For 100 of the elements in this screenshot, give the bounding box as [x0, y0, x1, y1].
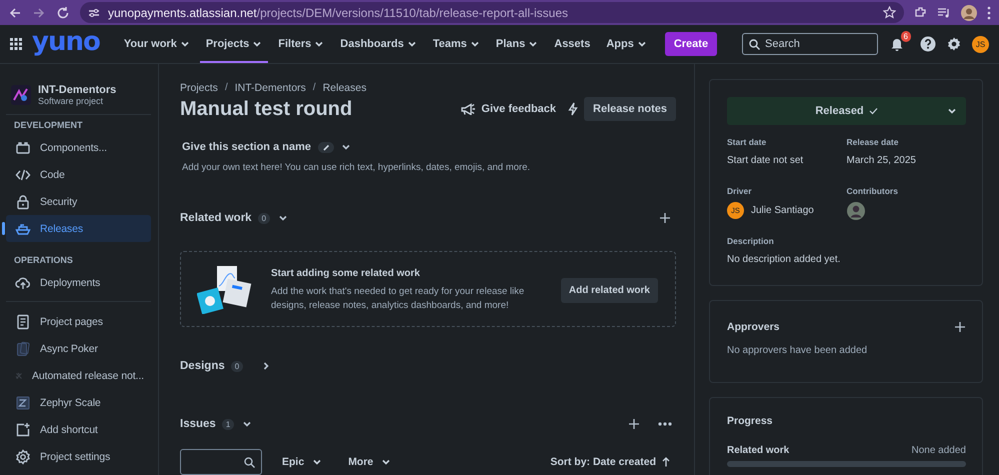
search-icon: [244, 457, 255, 468]
settings-icon[interactable]: [946, 36, 962, 52]
reload-icon[interactable]: [56, 6, 70, 20]
card-title: Approvers: [727, 321, 780, 333]
notification-bell-icon[interactable]: [890, 37, 904, 51]
media-control-icon[interactable]: [937, 6, 951, 18]
description-text[interactable]: No description added yet.: [727, 254, 966, 265]
create-button[interactable]: Create: [664, 32, 718, 56]
search-icon: [749, 39, 760, 50]
logo[interactable]: yuno: [32, 27, 100, 57]
more-menu-icon[interactable]: [987, 6, 991, 20]
more-icon[interactable]: [658, 422, 672, 426]
lock-icon: [15, 194, 31, 210]
add-icon[interactable]: [659, 212, 671, 224]
project-name[interactable]: INT-Dementors: [38, 84, 116, 96]
nav-menu[interactable]: Assets: [548, 25, 596, 63]
chevron-down-icon[interactable]: [636, 39, 647, 49]
sidebar-item[interactable]: Components...: [6, 134, 151, 161]
sidebar-item[interactable]: Zephyr Scale: [6, 389, 151, 416]
nav-menu[interactable]: Dashboards: [334, 25, 423, 63]
chevron-right-icon[interactable]: [261, 361, 272, 371]
chevron-down-icon[interactable]: [381, 457, 392, 467]
filter-dropdown[interactable]: More: [342, 453, 398, 471]
breadcrumb-link[interactable]: Projects: [180, 82, 218, 94]
sidebar-item[interactable]: Async Poker: [6, 335, 151, 362]
count-badge: 0: [230, 360, 244, 372]
site-settings-icon[interactable]: [88, 6, 100, 18]
feedback-button[interactable]: Give feedback: [457, 99, 560, 119]
chevron-down-icon[interactable]: [242, 419, 252, 429]
progress-label: Related work: [727, 445, 790, 456]
add-icon[interactable]: [954, 321, 966, 333]
forward-icon[interactable]: [32, 6, 46, 20]
back-icon[interactable]: [8, 6, 22, 20]
sidebar-item[interactable]: Code: [6, 161, 151, 188]
cards-icon: [15, 340, 31, 356]
field-label: Driver: [727, 186, 753, 196]
breadcrumb-link[interactable]: Releases: [322, 82, 366, 94]
page-title: Manual test round: [180, 98, 354, 120]
sidebar-item[interactable]: Security: [6, 188, 151, 215]
sidebar-item[interactable]: Add shortcut: [6, 416, 151, 443]
sidebar-item[interactable]: Project settings: [6, 443, 151, 470]
add-icon[interactable]: [628, 418, 640, 430]
search-field[interactable]: [180, 449, 262, 475]
extensions-icon[interactable]: [914, 6, 927, 19]
sidebar-item[interactable]: Automated release not...: [6, 362, 151, 389]
chevron-down-icon[interactable]: [947, 106, 957, 116]
field-value[interactable]: Start date not set: [727, 155, 846, 166]
empty-state-text: Add the work that's needed to get ready for your release like designs, release notes, analytics dashboards, and more!: [271, 284, 526, 312]
sidebar-item[interactable]: Deployments: [6, 269, 151, 296]
contributor-avatar-icon[interactable]: [846, 202, 864, 220]
lightning-icon[interactable]: [568, 102, 578, 116]
sidebar-item[interactable]: Project pages: [6, 308, 151, 335]
nav-menu[interactable]: Projects: [200, 25, 268, 63]
project-avatar-icon[interactable]: [11, 85, 31, 105]
nav-menu[interactable]: Plans: [490, 25, 544, 63]
card-title: Progress: [727, 415, 774, 427]
nav-menu[interactable]: Teams: [426, 25, 486, 63]
profile-avatar-icon[interactable]: [961, 4, 977, 20]
breadcrumb-link[interactable]: INT-Dementors: [234, 82, 306, 94]
chevron-down-icon[interactable]: [312, 457, 322, 467]
chevron-down-icon[interactable]: [180, 39, 190, 49]
nav-menu[interactable]: Filters: [272, 25, 330, 63]
add-related-work-button[interactable]: Add related work: [560, 278, 658, 302]
components-icon: [15, 140, 31, 156]
progress-value: None added: [912, 445, 966, 456]
chevron-down-icon[interactable]: [252, 39, 262, 49]
search-field[interactable]: Search: [742, 33, 878, 55]
arrow-up-icon: [662, 457, 670, 467]
address-bar[interactable]: yunopayments.atlassian.net/projects/DEM/versions/11510/tab/release-report-all-issues: [80, 2, 904, 23]
project-type: Software project: [38, 96, 104, 106]
help-icon[interactable]: [920, 36, 936, 52]
chevron-down-icon[interactable]: [278, 213, 288, 223]
app-switcher-icon[interactable]: [10, 38, 22, 50]
chevron-down-icon[interactable]: [406, 39, 417, 49]
url-text: yunopayments.atlassian.net/projects/DEM/versions/11510/tab/release-report-all-issues: [108, 6, 568, 20]
edit-button[interactable]: [318, 142, 334, 152]
field-label: Release date: [846, 137, 900, 147]
notification-badge: 6: [900, 31, 911, 42]
nav-menu[interactable]: Your work: [118, 25, 196, 63]
section-placeholder-text[interactable]: Add your own text here! You can use rich text, hyperlinks, dates, emojis, and more.: [180, 162, 676, 173]
chevron-down-icon[interactable]: [528, 39, 538, 49]
section-title: Give this section a name: [182, 141, 311, 153]
section-heading: OPERATIONS: [13, 254, 74, 267]
bookmark-star-icon[interactable]: [883, 6, 896, 19]
filter-dropdown[interactable]: Epic: [276, 453, 328, 471]
user-avatar[interactable]: JS: [972, 36, 989, 52]
cloud-upload-icon: [15, 274, 31, 290]
chevron-down-icon[interactable]: [470, 39, 480, 49]
nav-menu[interactable]: Apps: [600, 25, 653, 63]
sort-button[interactable]: Sort by: Date created: [544, 453, 676, 471]
section-title: Issues: [180, 418, 216, 430]
chevron-down-icon[interactable]: [341, 142, 351, 152]
driver-name[interactable]: Julie Santiago: [751, 205, 814, 216]
status-dropdown[interactable]: Released: [727, 97, 966, 125]
chevron-down-icon[interactable]: [314, 39, 324, 49]
release-notes-button[interactable]: Release notes: [584, 97, 676, 121]
app-icon: [15, 394, 31, 410]
field-value[interactable]: March 25, 2025: [846, 155, 966, 166]
documents-illustration: [197, 266, 253, 314]
section-heading: DEVELOPMENT: [13, 119, 84, 132]
